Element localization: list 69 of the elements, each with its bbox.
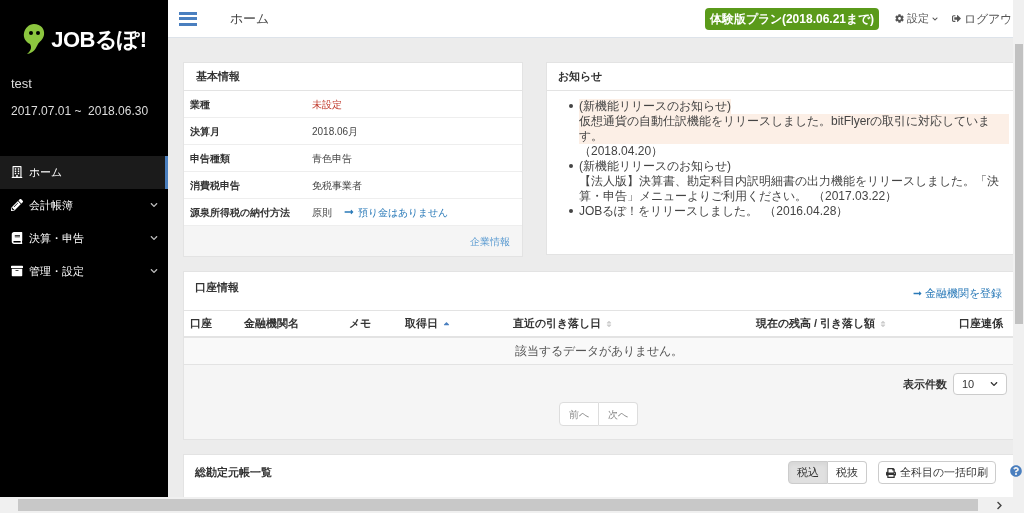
help-icon[interactable] — [1010, 465, 1022, 477]
notice-text: JOBるぽ！をリリースしました。 （2016.04.28） — [579, 204, 849, 219]
card-title: お知らせ — [558, 69, 602, 85]
vertical-scrollbar[interactable] — [1013, 0, 1024, 497]
horizontal-scrollbar[interactable] — [0, 497, 1024, 513]
notice-heading: (新機能リリースのお知らせ) — [579, 99, 731, 114]
sidebar-item[interactable]: 会計帳簿 — [0, 188, 168, 222]
notice-text: 仮想通貨の自動仕訳機能をリリースしました。bitFlyerの取引に対応しています。 — [579, 114, 1009, 144]
notice-date: （2018.04.20） — [579, 144, 664, 159]
plan-badge: 体験版プラン(2018.06.21まで) — [704, 7, 879, 30]
field-value: 原則 — [312, 205, 332, 220]
page-size-select[interactable]: 10 — [953, 373, 1007, 395]
chevron-icon — [150, 201, 158, 209]
field-label: 消費税申告 — [189, 178, 241, 193]
sort-icon — [605, 319, 613, 328]
column-header: 金融機関名 — [244, 316, 300, 332]
notice-heading: (新機能リリースのお知らせ) — [579, 159, 731, 174]
archive-icon — [11, 265, 23, 277]
column-header: 口座 — [190, 316, 213, 332]
menu-icon[interactable] — [179, 11, 197, 26]
register-bank-link[interactable]: 金融機関を登録 — [913, 285, 1002, 302]
chevron-icon — [150, 267, 158, 275]
card-title: 総勘定元帳一覧 — [195, 465, 272, 480]
card-title: 口座情報 — [195, 280, 239, 295]
print-all-button[interactable]: 全科目の一括印刷 — [878, 461, 996, 484]
user-name: test — [10, 75, 33, 93]
logout-icon — [952, 14, 961, 23]
chevron-icon — [150, 234, 158, 242]
notice-text: 【法人版】決算書、勘定科目内訳明細書の出力機能をリリースしました。「決算・申告」メニューよりご利用ください。 （2017.03.22） — [579, 174, 1000, 204]
settings-menu[interactable]: 設定 — [895, 10, 938, 27]
next-button[interactable]: 次へ — [599, 402, 638, 426]
column-header[interactable]: 直近の引き落し日 — [513, 315, 713, 332]
deposit-link[interactable]: 預り金はありません — [344, 204, 448, 220]
chevron-icon — [990, 380, 998, 388]
field-label: 決算月 — [189, 124, 221, 139]
book-icon — [11, 232, 23, 244]
fiscal-period: 2017.07.01 ~ 2018.06.30 — [10, 102, 150, 120]
prev-button[interactable]: 前へ — [559, 402, 599, 426]
field-label: 業種 — [189, 97, 211, 112]
sidebar-item[interactable]: 決算・申告 — [0, 221, 168, 255]
tax-toggle[interactable]: 税抜 — [828, 461, 867, 484]
column-header: 口座連係 — [958, 316, 1004, 332]
gear-icon — [895, 14, 904, 23]
tax-toggle[interactable]: 税込 — [788, 461, 828, 484]
sidebar-item[interactable]: 管理・設定 — [0, 254, 168, 288]
empty-message: 該当するデータがありません。 — [514, 343, 683, 360]
column-header[interactable]: 取得日 — [405, 315, 513, 332]
sort-icon — [879, 319, 887, 328]
field-value: 2018.06月 — [312, 124, 359, 139]
sidebar-item[interactable]: ホーム — [0, 155, 168, 189]
printer-icon — [886, 467, 896, 478]
sort-ascending-icon — [442, 319, 451, 328]
arrow-right-icon — [344, 207, 354, 217]
page-title: ホーム — [230, 9, 269, 28]
field-label: 源泉所得税の納付方法 — [189, 205, 291, 220]
caret-icon — [932, 15, 938, 22]
building-icon — [11, 166, 23, 178]
pencil-icon — [11, 199, 23, 211]
column-header[interactable]: 現在の残高 / 引き落し額 — [713, 315, 927, 332]
field-value: 青色申告 — [312, 151, 352, 166]
card-title: 基本情報 — [196, 69, 240, 85]
field-label: 申告種類 — [189, 151, 231, 166]
column-header: メモ — [349, 316, 372, 332]
field-value: 未設定 — [312, 97, 342, 112]
brand-logo: JOBるぽ! — [51, 25, 147, 54]
logout-button[interactable]: ログアウ — [952, 9, 1012, 28]
field-value: 免税事業者 — [312, 178, 362, 193]
scroll-right-icon[interactable] — [995, 500, 1004, 510]
page-size-label: 表示件数 — [903, 376, 947, 392]
